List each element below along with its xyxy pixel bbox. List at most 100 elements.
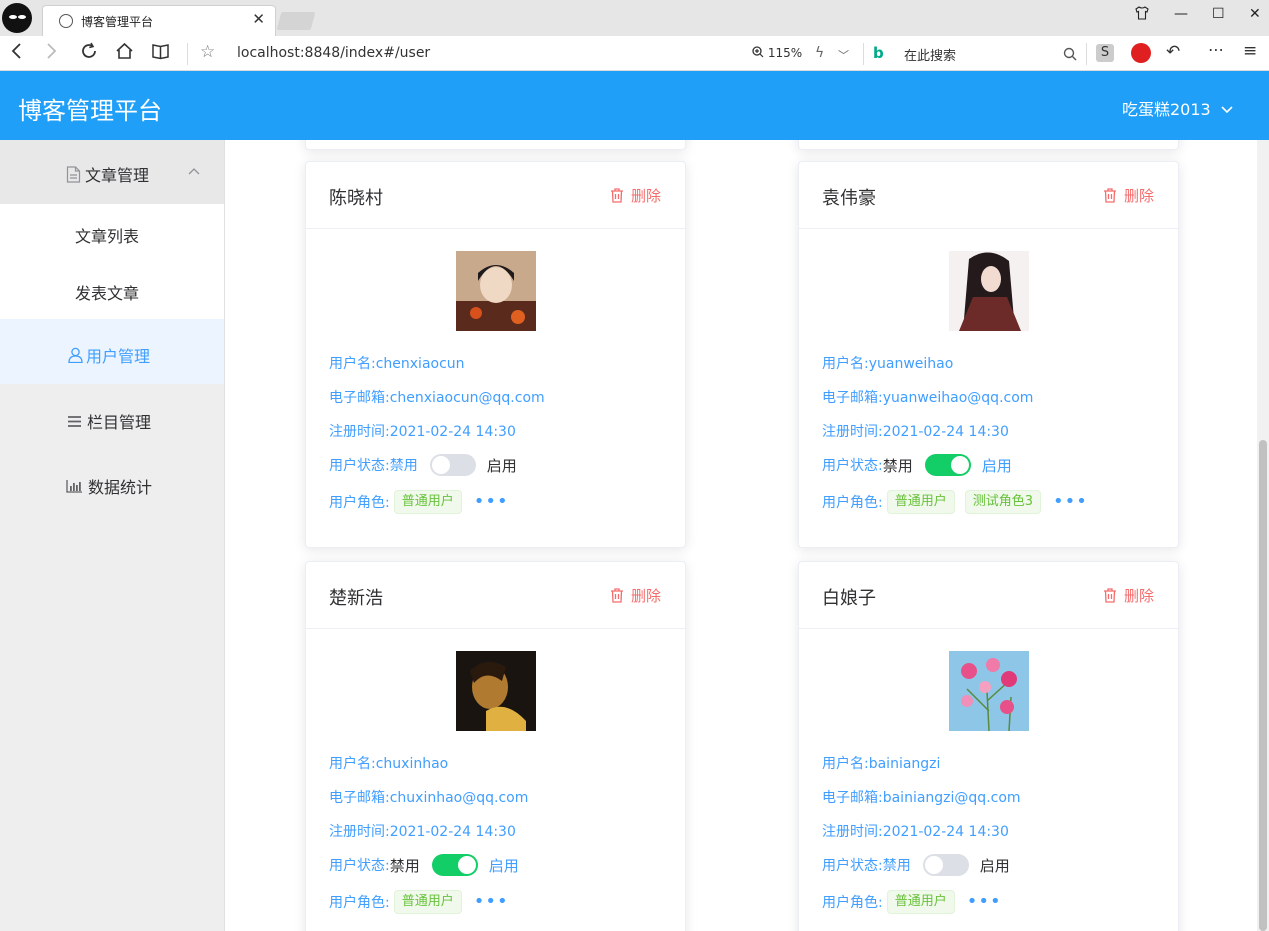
role-tag: 普通用户 <box>393 890 462 914</box>
user-avatar <box>949 651 1029 731</box>
chevron-down-icon[interactable]: ﹀ <box>838 47 849 63</box>
extension-s-icon[interactable]: S <box>1096 44 1114 62</box>
delete-button[interactable]: 删除 <box>610 185 661 206</box>
new-tab-button[interactable] <box>276 12 316 30</box>
app-header: 博客管理平台 吃蛋糕2013 <box>0 71 1269 140</box>
user-display-name: 楚新浩 <box>329 588 383 609</box>
address-bar[interactable]: localhost:8848/index#/user <box>237 45 430 61</box>
role-tag: 普通用户 <box>886 490 955 514</box>
field-label: 电子邮箱: <box>822 390 883 406</box>
divider <box>306 628 685 629</box>
nav-bar: ☆ localhost:8848/index#/user 115% ϟ ﹀ b … <box>0 36 1269 71</box>
adblock-icon[interactable] <box>1131 43 1151 63</box>
username-value: chuxinhao <box>375 756 449 772</box>
field-label: 注册时间: <box>822 824 883 840</box>
refresh-icon[interactable] <box>80 42 98 65</box>
field-label: 用户角色: <box>329 495 390 511</box>
more-menu-icon[interactable]: ⋯ <box>1208 40 1224 59</box>
delete-button[interactable]: 删除 <box>1103 585 1154 606</box>
username-row: 用户名:chuxinhao <box>329 753 448 773</box>
status-enabled-text: 启用 <box>981 456 1012 475</box>
username-row: 用户名:chenxiaocun <box>329 353 465 373</box>
chevron-up-icon <box>188 168 200 175</box>
register-time-value: 2021-02-24 14:30 <box>882 824 1009 840</box>
sidebar-item-columns[interactable]: 栏目管理 <box>0 384 224 450</box>
window-close-button[interactable]: ✕ <box>1249 6 1261 22</box>
tab-title: 博客管理平台 <box>81 15 154 29</box>
status-toggle[interactable] <box>429 454 476 476</box>
sidebar-item-statistics[interactable]: 数据统计 <box>0 450 224 514</box>
minimize-button[interactable]: — <box>1174 6 1188 22</box>
maximize-button[interactable]: ☐ <box>1212 6 1225 22</box>
role-row: 用户角色: 普通用户 ••• <box>822 890 1002 914</box>
username-row: 用户名:bainiangzi <box>822 753 940 773</box>
status-enabled-text: 启用 <box>486 456 517 475</box>
username-row: 用户名:yuanweihao <box>822 353 953 373</box>
delete-button[interactable]: 删除 <box>1103 185 1154 206</box>
back-icon[interactable] <box>10 42 22 65</box>
favorite-star-icon[interactable]: ☆ <box>200 42 215 62</box>
sidebar-item-label: 用户管理 <box>86 347 151 366</box>
register-time-row: 注册时间:2021-02-24 14:30 <box>822 821 1009 841</box>
field-label: 注册时间: <box>329 824 390 840</box>
globe-icon <box>59 14 73 28</box>
status-toggle[interactable] <box>431 854 478 876</box>
email-row: 电子邮箱:chuxinhao@qq.com <box>329 787 528 807</box>
field-label: 电子邮箱: <box>329 790 390 806</box>
field-label: 电子邮箱: <box>329 390 390 406</box>
sidebar-item-users[interactable]: 用户管理 <box>0 319 224 384</box>
chevron-down-icon <box>1221 106 1233 114</box>
browser-logo-icon <box>2 3 32 33</box>
tab-close-icon[interactable]: ✕ <box>252 10 265 28</box>
sidebar-item-article-list[interactable]: 文章列表 <box>0 204 224 262</box>
field-label: 注册时间: <box>822 424 883 440</box>
field-label: 电子邮箱: <box>822 790 883 806</box>
field-label: 注册时间: <box>329 424 390 440</box>
scrollbar-thumb[interactable] <box>1259 440 1267 931</box>
more-roles-icon[interactable]: ••• <box>474 493 509 511</box>
role-tag: 普通用户 <box>393 490 462 514</box>
delete-label: 删除 <box>1123 187 1154 205</box>
sidebar-item-publish-article[interactable]: 发表文章 <box>0 262 224 319</box>
status-row: 用户状态: 禁用 启用 <box>822 454 1012 476</box>
search-icon[interactable] <box>1063 45 1077 66</box>
status-row: 用户状态: 禁用 启用 <box>329 454 517 476</box>
username-value: chenxiaocun <box>375 356 465 372</box>
field-label: 用户名: <box>329 356 376 372</box>
home-icon[interactable] <box>115 42 134 65</box>
status-toggle[interactable] <box>924 454 971 476</box>
field-label: 用户状态: <box>329 458 390 474</box>
delete-button[interactable]: 删除 <box>610 585 661 606</box>
more-roles-icon[interactable]: ••• <box>474 893 509 911</box>
sidebar-item-articles[interactable]: 文章管理 <box>0 140 224 204</box>
more-roles-icon[interactable]: ••• <box>967 893 1002 911</box>
status-toggle[interactable] <box>922 854 969 876</box>
user-dropdown[interactable]: 吃蛋糕2013 <box>1122 96 1234 120</box>
status-enabled-text: 启用 <box>488 856 519 875</box>
field-label: 用户状态: <box>329 858 390 874</box>
user-display-name: 陈晓村 <box>329 188 383 209</box>
browser-tab[interactable]: 博客管理平台 ✕ <box>42 5 276 36</box>
lightning-icon[interactable]: ϟ <box>815 45 824 61</box>
zoom-level[interactable]: 115% <box>752 46 802 60</box>
user-card: 袁伟豪 删除 用户名:yuanweihao 电子邮箱:yuanweihao@qq… <box>798 161 1179 548</box>
role-row: 用户角色: 普通用户 ••• <box>329 490 509 514</box>
user-avatar <box>456 251 536 331</box>
main-content: 陈晓村 删除 用户名:chenxiaocun 电子邮箱:chenxiaocun@… <box>225 140 1257 931</box>
delete-label: 删除 <box>630 587 661 605</box>
chart-icon <box>66 480 82 493</box>
hamburger-menu-icon[interactable]: ≡ <box>1243 41 1257 61</box>
more-roles-icon[interactable]: ••• <box>1053 493 1088 511</box>
reading-mode-icon[interactable] <box>151 42 170 65</box>
user-card: 陈晓村 删除 用户名:chenxiaocun 电子邮箱:chenxiaocun@… <box>305 161 686 548</box>
bing-icon[interactable]: b <box>873 44 884 62</box>
undo-icon[interactable]: ↶ <box>1166 42 1180 62</box>
user-card: 白娘子 删除 用户名:bainiangzi 电子邮箱:bainiangzi@qq… <box>798 561 1179 931</box>
sidebar-item-label: 发表文章 <box>75 284 140 303</box>
scrollbar[interactable] <box>1257 140 1269 931</box>
shirt-icon[interactable] <box>1135 6 1149 24</box>
search-input[interactable]: 在此搜索 <box>904 45 956 64</box>
user-card-partial <box>798 140 1179 150</box>
forward-icon[interactable] <box>46 42 58 65</box>
status-disabled-text: 禁用 <box>882 858 911 874</box>
